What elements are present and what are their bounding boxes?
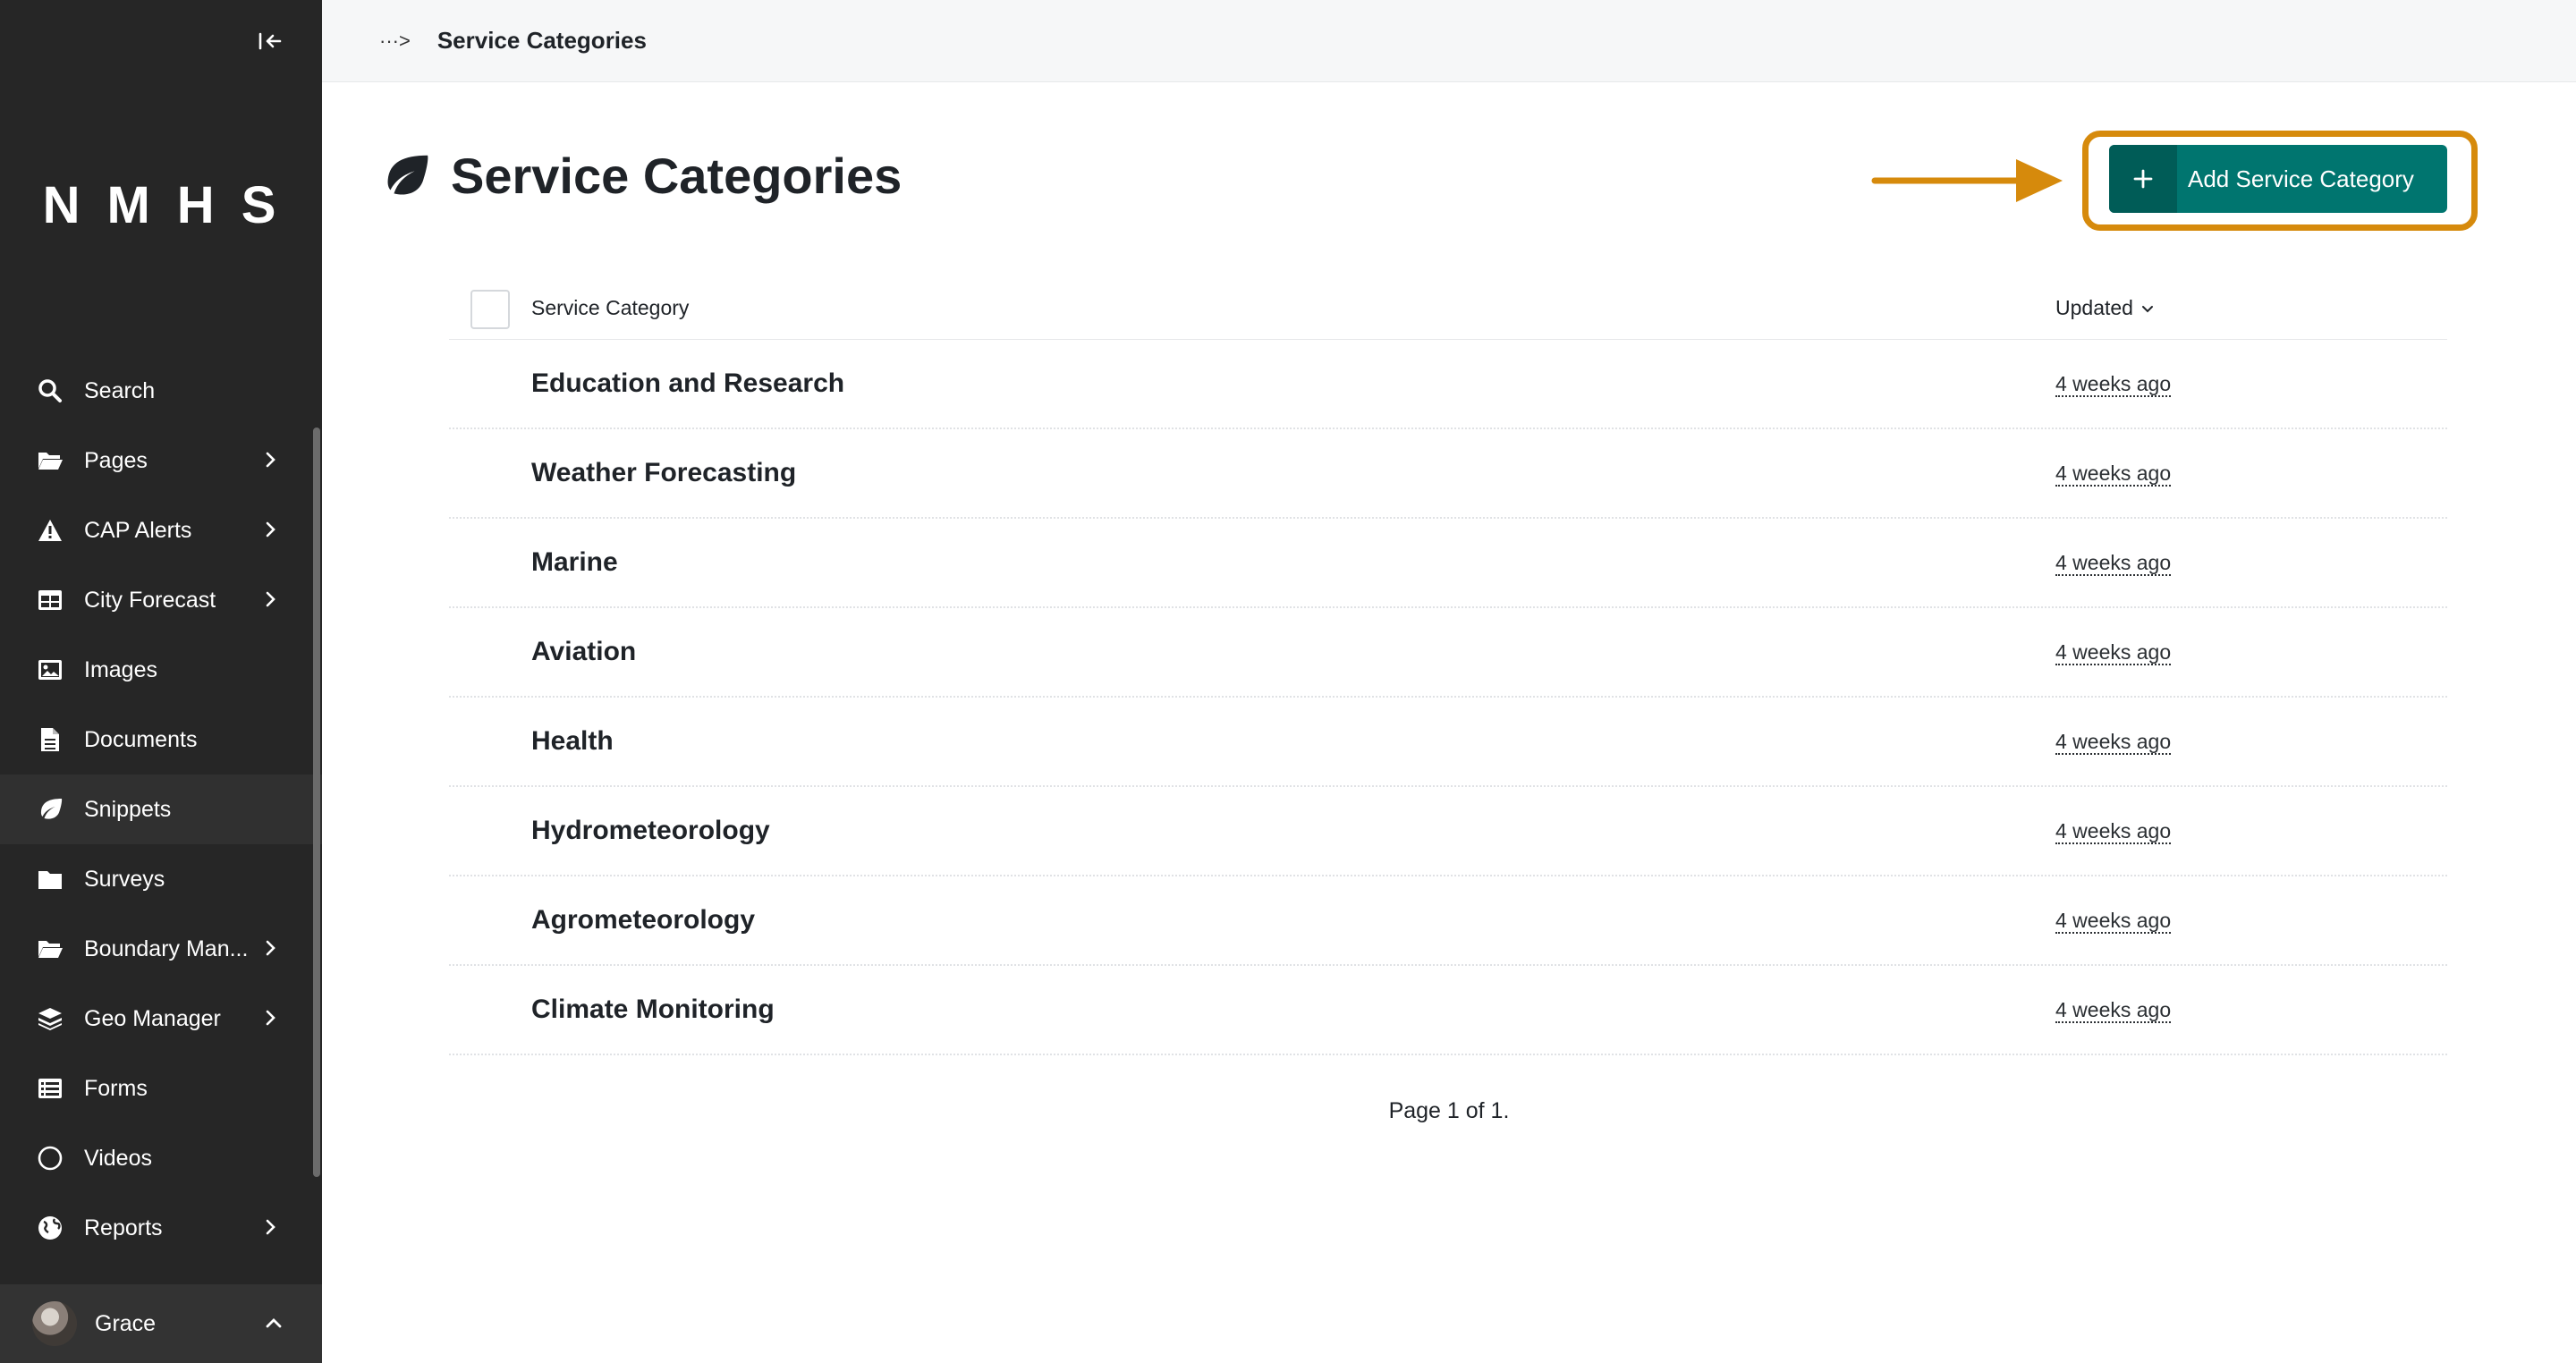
sidebar-item-label: Documents <box>84 726 198 752</box>
sidebar-item-surveys[interactable]: Surveys <box>0 844 322 914</box>
sidebar-item-label: Videos <box>84 1145 152 1171</box>
sidebar-item-snippets[interactable]: Snippets <box>0 775 322 844</box>
sidebar: NMHS Search Pages CAP Alerts City Foreca… <box>0 0 322 1363</box>
breadcrumb-expand-button[interactable]: ···> <box>379 30 411 53</box>
sidebar-item-reports[interactable]: Reports <box>0 1193 322 1263</box>
sidebar-item-pages[interactable]: Pages <box>0 426 322 495</box>
list-icon <box>34 1072 66 1105</box>
layers-icon <box>34 1003 66 1035</box>
image-icon <box>34 654 66 686</box>
account-name: Grace <box>95 1310 157 1336</box>
sidebar-item-cap-alerts[interactable]: CAP Alerts <box>0 495 322 565</box>
row-updated: 4 weeks ago <box>2055 372 2172 397</box>
column-header-updated[interactable]: Updated <box>2055 296 2155 320</box>
table-row[interactable]: Aviation 4 weeks ago <box>449 608 2447 698</box>
folder-icon <box>34 863 66 895</box>
plus-icon <box>2109 145 2177 213</box>
table-header: Service Category Updated <box>449 277 2447 340</box>
chevron-down-icon <box>2141 305 2153 312</box>
sidebar-item-label: Images <box>84 656 157 682</box>
row-title-link[interactable]: Education and Research <box>531 368 844 399</box>
row-updated: 4 weeks ago <box>2055 461 2172 487</box>
table-row[interactable]: Education and Research 4 weeks ago <box>449 340 2447 429</box>
avatar <box>32 1301 77 1346</box>
select-all-checkbox[interactable] <box>470 290 510 329</box>
row-updated: 4 weeks ago <box>2055 730 2172 755</box>
account-menu[interactable]: Grace <box>0 1284 322 1363</box>
row-title-link[interactable]: Aviation <box>531 637 636 667</box>
sidebar-item-city-forecast[interactable]: City Forecast <box>0 565 322 635</box>
chevron-right-icon <box>266 521 275 538</box>
row-updated: 4 weeks ago <box>2055 909 2172 934</box>
sidebar-item-geo-manager[interactable]: Geo Manager <box>0 984 322 1054</box>
pagination-text: Page 1 of 1. <box>1388 1098 1510 1123</box>
table-row[interactable]: Hydrometeorology 4 weeks ago <box>449 787 2447 876</box>
sidebar-item-label: Surveys <box>84 866 165 892</box>
row-title-link[interactable]: Hydrometeorology <box>531 816 770 846</box>
sidebar-item-label: Reports <box>84 1215 163 1240</box>
chevron-right-icon <box>266 1219 275 1235</box>
sidebar-item-boundary-manager[interactable]: Boundary Man... <box>0 914 322 984</box>
sidebar-item-label: Snippets <box>84 796 172 822</box>
globe-icon <box>34 1212 66 1244</box>
sidebar-item-label: Geo Manager <box>84 1005 221 1031</box>
collapse-sidebar-button[interactable] <box>250 25 286 57</box>
site-logo[interactable]: NMHS <box>0 175 322 235</box>
sidebar-item-forms[interactable]: Forms <box>0 1054 322 1123</box>
table-row[interactable]: Health 4 weeks ago <box>449 698 2447 787</box>
leaf-icon <box>34 793 66 825</box>
breadcrumb: ···> Service Categories <box>322 0 2576 82</box>
sidebar-item-label: Pages <box>84 447 148 473</box>
add-service-category-button[interactable]: Add Service Category <box>2109 145 2447 213</box>
document-icon <box>34 724 66 756</box>
sidebar-item-label: Boundary Man... <box>84 935 249 961</box>
row-updated: 4 weeks ago <box>2055 640 2172 665</box>
sidebar-scrollbar[interactable] <box>313 428 320 1177</box>
annotation-arrow-icon <box>1871 159 2063 202</box>
folder-open-icon <box>34 933 66 965</box>
add-button-label: Add Service Category <box>2188 165 2414 192</box>
sidebar-item-documents[interactable]: Documents <box>0 705 322 775</box>
circle-icon <box>34 1142 66 1174</box>
sidebar-item-search[interactable]: Search <box>0 356 322 426</box>
row-title-link[interactable]: Health <box>531 726 614 757</box>
column-header-updated-label: Updated <box>2055 296 2133 319</box>
chevron-up-icon <box>266 1318 282 1328</box>
sidebar-item-label: CAP Alerts <box>84 517 192 543</box>
table-row[interactable]: Agrometeorology 4 weeks ago <box>449 876 2447 966</box>
sidebar-item-label: Forms <box>84 1075 148 1101</box>
warning-icon <box>34 514 66 546</box>
chevron-right-icon <box>266 1010 275 1026</box>
column-header-title[interactable]: Service Category <box>531 296 689 320</box>
sidebar-item-label: City Forecast <box>84 587 216 613</box>
chevron-right-icon <box>266 452 275 468</box>
page-title: Service Categories <box>451 148 902 204</box>
search-icon <box>34 375 66 407</box>
row-updated: 4 weeks ago <box>2055 819 2172 844</box>
table-icon <box>34 584 66 616</box>
chevron-right-icon <box>266 591 275 607</box>
row-title-link[interactable]: Weather Forecasting <box>531 458 796 488</box>
table-row[interactable]: Weather Forecasting 4 weeks ago <box>449 429 2447 519</box>
service-category-table: Service Category Updated Education and R… <box>449 277 2447 1055</box>
sidebar-item-videos[interactable]: Videos <box>0 1123 322 1193</box>
row-title-link[interactable]: Climate Monitoring <box>531 995 775 1025</box>
sidebar-item-images[interactable]: Images <box>0 635 322 705</box>
leaf-icon <box>387 155 428 195</box>
table-row[interactable]: Marine 4 weeks ago <box>449 519 2447 608</box>
folder-open-icon <box>34 444 66 477</box>
row-title-link[interactable]: Agrometeorology <box>531 905 755 935</box>
row-updated: 4 weeks ago <box>2055 551 2172 576</box>
chevron-right-icon <box>266 940 275 956</box>
row-title-link[interactable]: Marine <box>531 547 618 578</box>
collapse-left-icon <box>258 32 282 50</box>
breadcrumb-current[interactable]: Service Categories <box>437 27 647 55</box>
sidebar-nav: Search Pages CAP Alerts City Forecast Im… <box>0 356 322 1263</box>
row-updated: 4 weeks ago <box>2055 998 2172 1023</box>
sidebar-item-label: Search <box>84 377 156 403</box>
table-row[interactable]: Climate Monitoring 4 weeks ago <box>449 966 2447 1055</box>
